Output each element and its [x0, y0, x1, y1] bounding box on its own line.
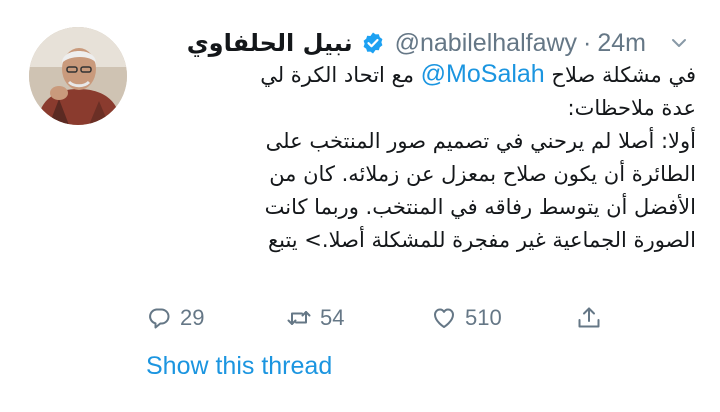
tweet-line-1-end: مع اتحاد الكرة لي	[260, 63, 421, 87]
tweet-line-4: الطائرة أن يكون صلاح بمعزل عن زملائه. كا…	[269, 162, 696, 186]
retweet-button[interactable]: 54	[286, 305, 431, 331]
chevron-down-icon[interactable]	[670, 34, 688, 52]
separator-dot: ·	[583, 28, 592, 57]
author-name[interactable]: نبيل الحلفاوي	[187, 29, 353, 57]
tweet-line-1: في مشكلة صلاح @MoSalah مع اتحاد الكرة لي	[136, 58, 696, 92]
tweet-line-5: الأفضل أن يتوسط رفاقه في المنتخب. وربما …	[264, 195, 696, 219]
like-button[interactable]: 510	[431, 305, 576, 331]
tweet-actions: 29 54 510	[146, 300, 602, 336]
tweet-card: نبيل الحلفاوي @nabilelhalfawy · 24m في م…	[0, 0, 720, 412]
show-thread-link[interactable]: Show this thread	[146, 352, 332, 381]
reply-button[interactable]: 29	[146, 305, 286, 331]
tweet-line-6: الصورة الجماعية غير مفجرة للمشكلة أصلا.>…	[267, 228, 696, 252]
avatar[interactable]	[29, 27, 127, 125]
verified-badge-icon	[361, 31, 385, 55]
retweet-count: 54	[320, 305, 345, 330]
tweet-text: في مشكلة صلاح @MoSalah مع اتحاد الكرة لي…	[136, 58, 696, 257]
avatar-photo	[29, 27, 127, 125]
tweet-line-3: أولا: أصلا لم يرحني في تصميم صور المنتخب…	[265, 129, 696, 153]
heart-icon	[434, 308, 454, 328]
reply-icon	[149, 308, 170, 329]
like-count: 510	[465, 305, 502, 330]
share-icon	[578, 307, 600, 328]
tweet-line-2: عدة ملاحظات:	[567, 96, 696, 120]
reply-count: 29	[180, 305, 205, 330]
tweet-timestamp[interactable]: 24m	[597, 29, 646, 58]
share-button[interactable]	[576, 305, 602, 331]
tweet-line-1-start: في مشكلة صلاح	[544, 63, 696, 87]
tweet-header: نبيل الحلفاوي @nabilelhalfawy · 24m	[187, 26, 688, 60]
retweet-icon	[287, 311, 311, 325]
author-handle[interactable]: @nabilelhalfawy	[395, 29, 577, 58]
mention-link[interactable]: @MoSalah	[421, 60, 545, 88]
